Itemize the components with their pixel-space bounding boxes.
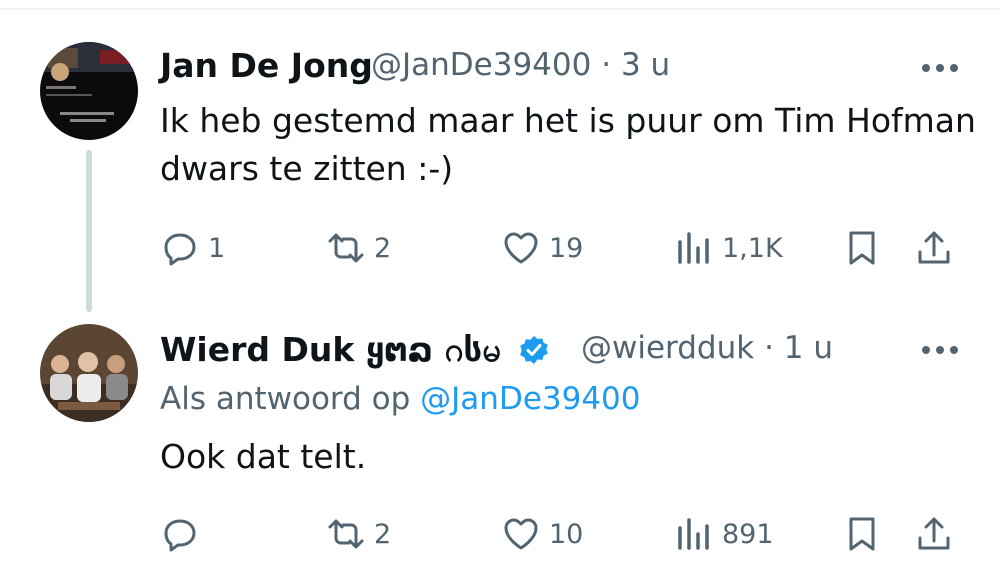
like-count: 19 <box>549 232 584 264</box>
views-button[interactable]: 1,1K <box>674 226 783 270</box>
separator-dot: · <box>601 47 612 83</box>
tweet-text-line-2: dwars te zitten :-) <box>160 149 454 188</box>
reply-count: 1 <box>208 232 226 264</box>
like-button[interactable]: 10 <box>501 512 583 556</box>
views-chart-icon <box>678 518 709 550</box>
more-dots-icon[interactable] <box>918 340 962 360</box>
reply-context: Als antwoord op @JanDe39400 <box>160 381 641 417</box>
more-dots-icon[interactable] <box>918 58 962 78</box>
repost-button[interactable]: 2 <box>326 512 391 556</box>
reply-icon <box>164 519 196 552</box>
thread-connector-line <box>86 150 92 312</box>
heart-icon <box>504 518 538 550</box>
reply-icon <box>164 233 196 266</box>
repost-icon <box>328 233 364 263</box>
bookmark-button[interactable] <box>842 512 882 556</box>
bookmark-icon <box>849 231 875 265</box>
display-name-text: Wierd Duk <box>160 330 355 369</box>
repost-count: 2 <box>374 232 392 264</box>
views-button[interactable]: 891 <box>674 512 774 556</box>
avatar-jan-de-jong[interactable] <box>40 42 138 140</box>
repost-count: 2 <box>374 518 392 550</box>
timestamp[interactable]: 1 u <box>784 330 833 366</box>
reply-handle-link[interactable]: @JanDe39400 <box>420 381 640 417</box>
tweet-meta: @wierdduk · 1 u <box>581 330 833 366</box>
share-icon <box>918 517 950 550</box>
separator-dot: · <box>764 330 774 366</box>
display-name-script: ყຕລ ဂსမ <box>365 330 501 369</box>
tweet-meta: @JanDe39400 · 3 u <box>371 47 670 83</box>
repost-icon <box>328 519 364 549</box>
share-button[interactable] <box>914 512 954 556</box>
like-count: 10 <box>549 518 584 550</box>
reply-button[interactable]: 1 <box>160 226 225 270</box>
display-name[interactable]: Wierd Duk ყຕລ ဂსမ <box>160 329 550 378</box>
reply-button[interactable] <box>160 512 208 556</box>
share-button[interactable] <box>914 226 954 270</box>
bookmark-icon <box>849 517 875 551</box>
reply-prefix: Als antwoord op <box>160 381 411 417</box>
tweet-text-line-1: Ook dat telt. <box>160 437 367 476</box>
heart-icon <box>504 232 538 264</box>
display-name[interactable]: Jan De Jong <box>160 46 373 85</box>
avatar-wierd-duk[interactable] <box>40 324 138 422</box>
handle[interactable]: @JanDe39400 <box>371 47 591 83</box>
timestamp[interactable]: 3 u <box>621 47 670 83</box>
views-chart-icon <box>678 232 709 264</box>
tweet-text-line-1: Ik heb gestemd maar het is puur om Tim H… <box>160 101 976 140</box>
view-count: 1,1K <box>722 232 783 264</box>
top-divider <box>0 8 1000 10</box>
view-count: 891 <box>722 518 774 550</box>
verified-badge-icon[interactable] <box>518 334 550 366</box>
like-button[interactable]: 19 <box>501 226 583 270</box>
handle[interactable]: @wierdduk <box>581 330 754 366</box>
repost-button[interactable]: 2 <box>326 226 391 270</box>
bookmark-button[interactable] <box>842 226 882 270</box>
share-icon <box>918 231 950 264</box>
